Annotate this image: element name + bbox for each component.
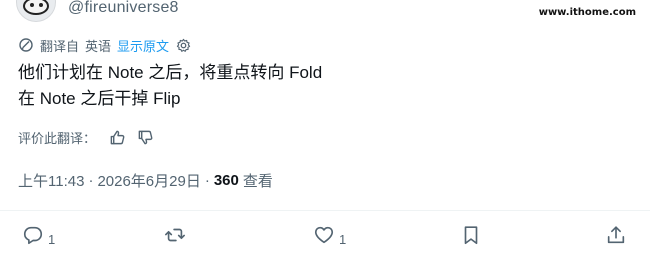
views-label: 查看 [242, 173, 273, 190]
like-button[interactable]: 1 [313, 222, 346, 250]
avatar[interactable] [16, 0, 56, 22]
watermark: www.ithome.com [536, 6, 638, 19]
like-count: 1 [339, 231, 347, 247]
source-language: 英语 [85, 38, 112, 54]
tweet-date[interactable]: 2026年6月29日 [97, 170, 200, 191]
share-button[interactable] [605, 222, 627, 250]
meta-separator: · [204, 172, 210, 189]
rate-label: 评价此翻译： [18, 130, 97, 146]
thumbs-up-icon[interactable] [108, 128, 126, 146]
gear-icon[interactable] [175, 37, 191, 53]
translation-bar: 翻译自 英语 显示原文 [18, 36, 191, 54]
show-original-link[interactable]: 显示原文 [117, 36, 169, 55]
tweet-meta: 上午11:43 · 2026年6月29日 · 360 查看 [18, 170, 273, 191]
views-count: 360 [213, 172, 239, 189]
tweet-text: 他们计划在 Note 之后，将重点转向 Fold 在 Note 之后干掉 Fli… [18, 60, 322, 112]
thumbs-down-icon[interactable] [136, 128, 154, 146]
avatar-face [23, 0, 49, 15]
reply-icon [22, 224, 44, 249]
divider [0, 210, 650, 211]
tweet-line-2: 在 Note 之后干掉 Flip [18, 89, 181, 108]
avatar-eye-left [30, 3, 34, 7]
reply-count: 1 [48, 231, 56, 247]
translate-icon [18, 37, 34, 53]
rate-translation: 评价此翻译： [18, 127, 154, 147]
share-icon [605, 224, 627, 249]
like-icon [313, 224, 335, 249]
author-handle[interactable]: @fireuniverse8 [68, 0, 179, 17]
retweet-button[interactable] [164, 222, 186, 250]
reply-button[interactable]: 1 [22, 222, 55, 250]
bookmark-icon [460, 224, 482, 249]
action-bar: 1 1 [0, 222, 650, 250]
avatar-eye-right [39, 3, 43, 7]
retweet-icon [164, 224, 186, 249]
tweet-time[interactable]: 上午11:43 [18, 170, 84, 191]
meta-separator: · [88, 172, 94, 189]
bookmark-button[interactable] [460, 222, 482, 250]
translated-from-label: 翻译自 [40, 38, 80, 54]
tweet-line-1: 他们计划在 Note 之后，将重点转向 Fold [18, 63, 323, 82]
